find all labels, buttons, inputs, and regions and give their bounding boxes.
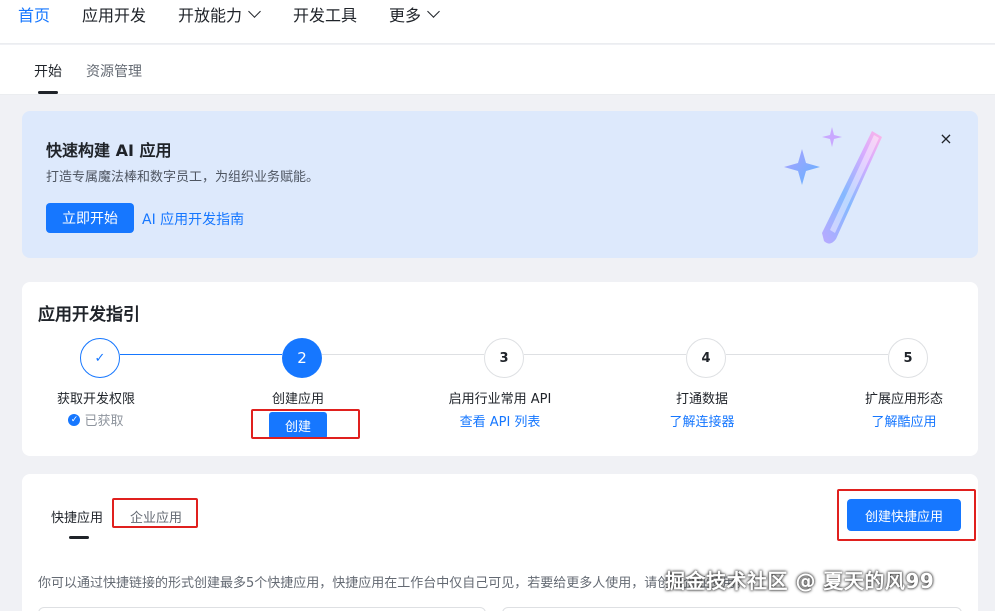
- active-tab-indicator: [69, 536, 89, 539]
- app-slot: [502, 607, 962, 611]
- chevron-down-icon: [248, 5, 261, 18]
- app-slot: [38, 607, 486, 611]
- step-2-label: 创建应用: [271, 392, 324, 407]
- api-list-link[interactable]: 查看 API 列表: [420, 411, 580, 430]
- nav-more[interactable]: 更多: [389, 3, 440, 25]
- close-icon[interactable]: ×: [938, 131, 954, 147]
- ai-banner: 快速构建 AI 应用 打造专属魔法棒和数字员工，为组织业务赋能。 立即开始 AI…: [22, 111, 978, 258]
- connector-link[interactable]: 了解连接器: [622, 411, 782, 430]
- sub-tabs: 开始 资源管理: [0, 45, 995, 95]
- apps-description: 你可以通过快捷链接的形式创建最多5个快捷应用，快捷应用在工作台中仅自己可见，若要…: [38, 576, 749, 591]
- cool-app-link[interactable]: 了解酷应用: [824, 411, 984, 430]
- step-5-circle: 5: [888, 338, 928, 378]
- nav-app-dev-label: 应用开发: [82, 6, 147, 25]
- top-nav: 首页 应用开发 开放能力 开发工具 更多: [0, 0, 995, 44]
- check-circle-icon: ✓: [68, 413, 81, 426]
- step-4-label: 打通数据: [675, 392, 728, 407]
- step-2-circle: 2: [282, 338, 322, 378]
- step-connector: [726, 354, 888, 355]
- nav-more-label: 更多: [389, 6, 422, 25]
- banner-title: 快速构建 AI 应用: [46, 141, 172, 160]
- dev-guide-card: 应用开发指引 ✓ 2 3 4 5 获取开发权限 创建应用 启用行业常用 API …: [22, 282, 978, 456]
- step-3-circle: 3: [484, 338, 524, 378]
- banner-subtitle: 打造专属魔法棒和数字员工，为组织业务赋能。: [46, 170, 320, 185]
- tab-resources[interactable]: 资源管理: [86, 61, 142, 81]
- nav-dev-tools[interactable]: 开发工具: [293, 3, 357, 25]
- nav-dev-tools-label: 开发工具: [293, 6, 358, 25]
- ai-guide-link[interactable]: AI 应用开发指南: [142, 209, 244, 229]
- active-tab-indicator: [38, 91, 58, 94]
- step-1-check-icon: ✓: [80, 338, 120, 378]
- nav-open-ability[interactable]: 开放能力: [178, 3, 261, 25]
- nav-app-dev[interactable]: 应用开发: [82, 3, 146, 25]
- guide-title: 应用开发指引: [38, 305, 140, 325]
- step-3-label: 启用行业常用 API: [448, 392, 552, 407]
- tab-start[interactable]: 开始: [34, 61, 62, 81]
- watermark: 掘金技术社区 @ 夏天的风99: [665, 569, 935, 593]
- tab-fast-apps[interactable]: 快捷应用: [51, 507, 103, 526]
- chevron-down-icon: [427, 5, 440, 18]
- step-4-circle: 4: [686, 338, 726, 378]
- nav-home-label: 首页: [18, 6, 51, 25]
- step-1-status-text: 已获取: [84, 414, 124, 429]
- start-now-button[interactable]: 立即开始: [46, 203, 134, 233]
- nav-home[interactable]: 首页: [18, 3, 50, 25]
- tab-enterprise-apps[interactable]: 企业应用: [130, 507, 182, 526]
- step-1-status: ✓ 已获取: [16, 410, 176, 429]
- step-connector: [524, 354, 686, 355]
- step-connector: [120, 354, 282, 355]
- magic-wand-illustration: [784, 127, 882, 244]
- step-1-label: 获取开发权限: [56, 392, 135, 407]
- create-app-button[interactable]: 创建: [269, 412, 327, 439]
- step-5-label: 扩展应用形态: [864, 392, 943, 407]
- create-fast-app-button[interactable]: 创建快捷应用: [847, 499, 961, 531]
- step-connector: [322, 354, 484, 355]
- nav-open-ability-label: 开放能力: [178, 6, 243, 25]
